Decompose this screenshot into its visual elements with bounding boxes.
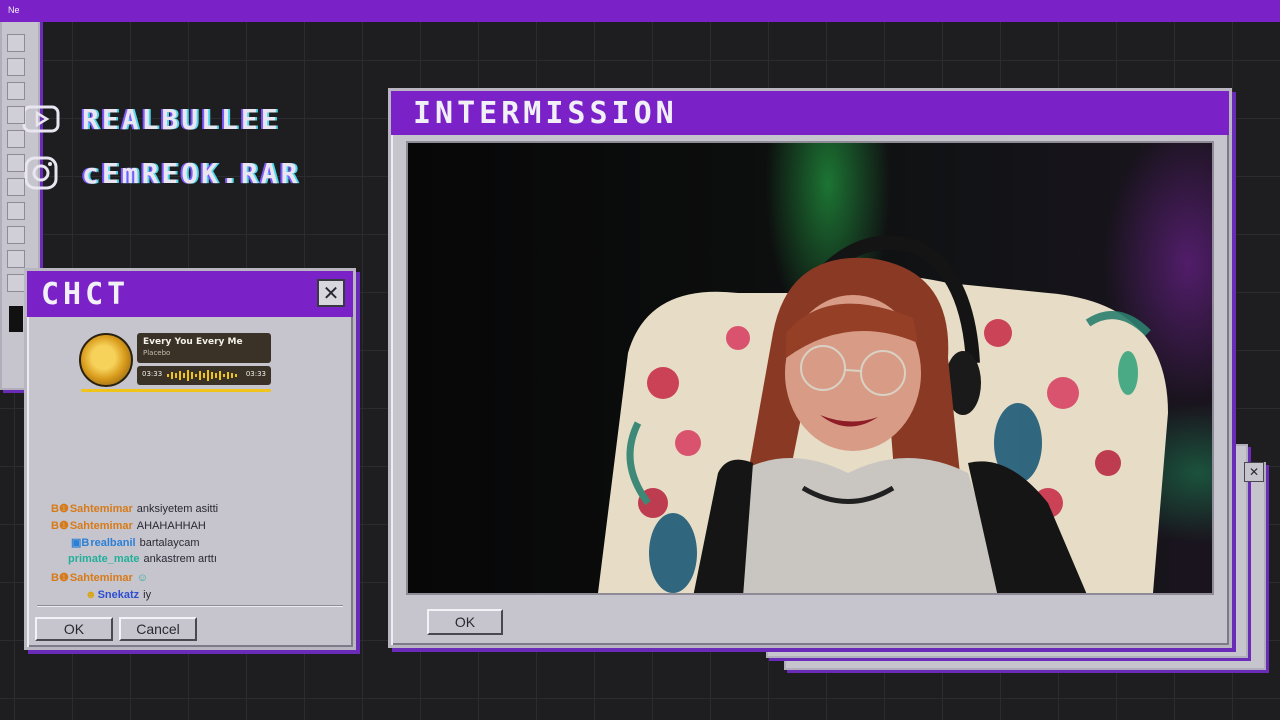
youtube-icon <box>22 102 60 136</box>
color-swatch[interactable] <box>9 306 23 332</box>
lasso-tool-icon[interactable] <box>7 58 25 76</box>
divider <box>37 605 343 607</box>
close-icon[interactable]: ✕ <box>317 279 345 307</box>
chat-text: anksiyetem asitti <box>136 502 219 515</box>
user-badges: ▣B <box>71 537 90 549</box>
paint-window-title: Ne <box>0 0 1280 22</box>
eraser-tool-icon[interactable] <box>7 154 25 172</box>
now-playing-widget: Every You Every Me Placebo 03:33 03:33 <box>79 333 275 393</box>
user-badges: B❶ <box>51 503 69 515</box>
elapsed-time: 03:33 <box>142 370 163 378</box>
chat-message: ☻ Snekatz iy <box>85 589 151 601</box>
chat-text: iy <box>143 589 152 601</box>
user-badges: B❶ <box>51 572 69 584</box>
crop-tool-icon[interactable] <box>7 82 25 100</box>
chat-username[interactable]: Snekatz <box>98 589 140 601</box>
chat-username[interactable]: Sahtemimar <box>70 572 133 584</box>
youtube-handle: REALBULLEE <box>82 102 281 136</box>
chat-username[interactable]: Sahtemimar <box>70 520 133 532</box>
ok-button[interactable]: OK <box>35 617 113 641</box>
playback-bar: 03:33 03:33 <box>137 366 271 385</box>
waveform-icon <box>167 370 237 381</box>
intermission-window: INTERMISSION OK <box>388 88 1232 648</box>
chat-text: ankastrem arttı <box>143 553 217 565</box>
youtube-social: REALBULLEE <box>22 102 281 136</box>
now-playing-card: Every You Every Me Placebo <box>137 333 271 363</box>
intermission-ok-button[interactable]: OK <box>427 609 503 635</box>
pen-tool-icon[interactable] <box>7 226 25 244</box>
chat-message: primate_mate ankastrem arttı <box>67 553 217 565</box>
song-progress <box>81 389 271 392</box>
hand-tool-icon[interactable] <box>7 274 25 292</box>
brush-tool-icon[interactable] <box>7 178 25 196</box>
instagram-handle: cEmREOK.RAR <box>82 156 301 190</box>
chat-message: ▣B realbanil bartalaycam <box>71 536 200 550</box>
chat-title: CHCT <box>41 276 130 312</box>
text-tool-icon[interactable] <box>7 250 25 268</box>
album-art <box>79 333 133 387</box>
cancel-button[interactable]: Cancel <box>119 617 197 641</box>
chat-message: B❶ Sahtemimar anksiyetem asitti <box>51 502 219 516</box>
stacked-window-close-icon[interactable]: ✕ <box>1244 462 1264 482</box>
webcam-feed <box>406 141 1214 595</box>
select-tool-icon[interactable] <box>7 34 25 52</box>
chat-message: B❶ Sahtemimar AHAHAHHAH <box>51 519 206 533</box>
chat-text: AHAHAHHAH <box>136 519 206 532</box>
chat-text: bartalaycam <box>139 536 200 549</box>
emote-icon: ☺ <box>136 571 149 584</box>
instagram-social: cEmREOK.RAR <box>22 156 300 190</box>
chat-username[interactable]: Sahtemimar <box>70 503 133 515</box>
fill-tool-icon[interactable] <box>7 130 25 148</box>
webcam-scene <box>598 235 1168 593</box>
chat-titlebar: CHCT <box>27 271 353 317</box>
user-badges: ☻ <box>85 589 97 601</box>
intermission-title: INTERMISSION <box>413 95 678 131</box>
user-badges: B❶ <box>51 520 69 532</box>
duration-time: 03:33 <box>245 370 266 378</box>
pointer-tool-icon[interactable] <box>7 202 25 220</box>
chat-username[interactable]: realbanil <box>90 537 135 549</box>
song-title: Every You Every Me <box>143 337 243 347</box>
chat-message: B❶ Sahtemimar ☺ <box>51 571 149 585</box>
song-artist: Placebo <box>143 349 171 357</box>
intermission-titlebar: INTERMISSION <box>391 91 1229 135</box>
chat-username[interactable]: primate_mate <box>68 553 140 565</box>
chat-window: CHCT ✕ Every You Every Me Placebo 03:33 … <box>24 268 356 650</box>
instagram-icon <box>22 156 60 190</box>
pencil-tool-icon[interactable] <box>7 106 25 124</box>
